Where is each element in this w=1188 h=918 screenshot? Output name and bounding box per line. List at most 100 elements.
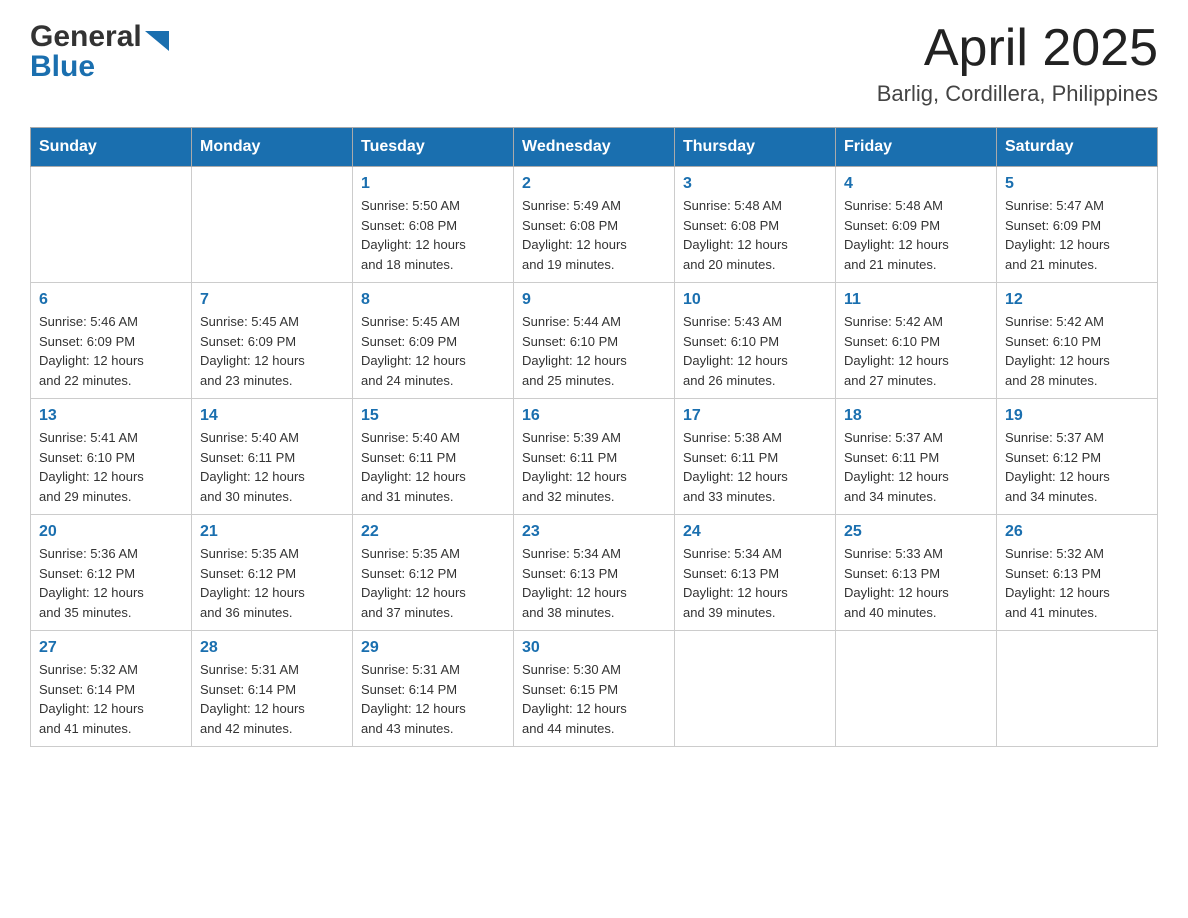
day-number: 4 (844, 175, 988, 193)
day-info: Sunrise: 5:42 AMSunset: 6:10 PMDaylight:… (1005, 312, 1149, 390)
day-number: 5 (1005, 175, 1149, 193)
calendar-header-row: SundayMondayTuesdayWednesdayThursdayFrid… (31, 128, 1158, 167)
day-info: Sunrise: 5:37 AMSunset: 6:12 PMDaylight:… (1005, 428, 1149, 506)
day-info: Sunrise: 5:39 AMSunset: 6:11 PMDaylight:… (522, 428, 666, 506)
day-info: Sunrise: 5:40 AMSunset: 6:11 PMDaylight:… (361, 428, 505, 506)
calendar-cell: 15 Sunrise: 5:40 AMSunset: 6:11 PMDayligh… (353, 399, 514, 515)
day-info: Sunrise: 5:32 AMSunset: 6:14 PMDaylight:… (39, 660, 183, 738)
day-info: Sunrise: 5:34 AMSunset: 6:13 PMDaylight:… (522, 544, 666, 622)
day-number: 24 (683, 523, 827, 541)
logo: General Blue (30, 20, 175, 84)
day-info: Sunrise: 5:44 AMSunset: 6:10 PMDaylight:… (522, 312, 666, 390)
calendar-day-header: Monday (192, 128, 353, 167)
calendar-cell: 30 Sunrise: 5:30 AMSunset: 6:15 PMDayligh… (514, 631, 675, 747)
day-info: Sunrise: 5:38 AMSunset: 6:11 PMDaylight:… (683, 428, 827, 506)
day-info: Sunrise: 5:49 AMSunset: 6:08 PMDaylight:… (522, 196, 666, 274)
day-number: 11 (844, 291, 988, 309)
calendar-cell: 10 Sunrise: 5:43 AMSunset: 6:10 PMDayligh… (675, 283, 836, 399)
day-info: Sunrise: 5:40 AMSunset: 6:11 PMDaylight:… (200, 428, 344, 506)
day-info: Sunrise: 5:36 AMSunset: 6:12 PMDaylight:… (39, 544, 183, 622)
page-header: General Blue April 2025 Barlig, Cordille… (30, 20, 1158, 107)
calendar-cell: 29 Sunrise: 5:31 AMSunset: 6:14 PMDayligh… (353, 631, 514, 747)
day-number: 15 (361, 407, 505, 425)
calendar-day-header: Wednesday (514, 128, 675, 167)
day-number: 19 (1005, 407, 1149, 425)
calendar-cell: 19 Sunrise: 5:37 AMSunset: 6:12 PMDayligh… (997, 399, 1158, 515)
calendar-cell: 2 Sunrise: 5:49 AMSunset: 6:08 PMDaylight… (514, 167, 675, 283)
location-title: Barlig, Cordillera, Philippines (877, 81, 1158, 107)
calendar-cell: 20 Sunrise: 5:36 AMSunset: 6:12 PMDayligh… (31, 515, 192, 631)
day-number: 27 (39, 639, 183, 657)
day-number: 22 (361, 523, 505, 541)
day-number: 1 (361, 175, 505, 193)
calendar-cell: 26 Sunrise: 5:32 AMSunset: 6:13 PMDayligh… (997, 515, 1158, 631)
day-number: 16 (522, 407, 666, 425)
calendar-cell: 1 Sunrise: 5:50 AMSunset: 6:08 PMDaylight… (353, 167, 514, 283)
calendar-cell: 8 Sunrise: 5:45 AMSunset: 6:09 PMDaylight… (353, 283, 514, 399)
calendar-cell: 11Sunrise: 5:42 AMSunset: 6:10 PMDayligh… (836, 283, 997, 399)
day-info: Sunrise: 5:47 AMSunset: 6:09 PMDaylight:… (1005, 196, 1149, 274)
calendar-table: SundayMondayTuesdayWednesdayThursdayFrid… (30, 127, 1158, 747)
calendar-cell: 12 Sunrise: 5:42 AMSunset: 6:10 PMDayligh… (997, 283, 1158, 399)
day-info: Sunrise: 5:45 AMSunset: 6:09 PMDaylight:… (361, 312, 505, 390)
calendar-cell: 27 Sunrise: 5:32 AMSunset: 6:14 PMDayligh… (31, 631, 192, 747)
day-number: 23 (522, 523, 666, 541)
day-number: 12 (1005, 291, 1149, 309)
day-number: 2 (522, 175, 666, 193)
day-number: 9 (522, 291, 666, 309)
day-number: 30 (522, 639, 666, 657)
logo-general-text: General (30, 20, 142, 54)
calendar-week-row: 1 Sunrise: 5:50 AMSunset: 6:08 PMDaylight… (31, 167, 1158, 283)
day-info: Sunrise: 5:48 AMSunset: 6:08 PMDaylight:… (683, 196, 827, 274)
day-info: Sunrise: 5:34 AMSunset: 6:13 PMDaylight:… (683, 544, 827, 622)
calendar-week-row: 13Sunrise: 5:41 AMSunset: 6:10 PMDayligh… (31, 399, 1158, 515)
day-number: 17 (683, 407, 827, 425)
day-info: Sunrise: 5:30 AMSunset: 6:15 PMDaylight:… (522, 660, 666, 738)
day-info: Sunrise: 5:45 AMSunset: 6:09 PMDaylight:… (200, 312, 344, 390)
calendar-cell: 9 Sunrise: 5:44 AMSunset: 6:10 PMDaylight… (514, 283, 675, 399)
day-info: Sunrise: 5:43 AMSunset: 6:10 PMDaylight:… (683, 312, 827, 390)
calendar-cell (192, 167, 353, 283)
day-info: Sunrise: 5:50 AMSunset: 6:08 PMDaylight:… (361, 196, 505, 274)
day-info: Sunrise: 5:31 AMSunset: 6:14 PMDaylight:… (361, 660, 505, 738)
logo-triangle-icon (145, 23, 175, 53)
day-number: 13 (39, 407, 183, 425)
logo-blue-text: Blue (30, 50, 95, 83)
calendar-cell (675, 631, 836, 747)
day-number: 25 (844, 523, 988, 541)
calendar-day-header: Thursday (675, 128, 836, 167)
day-info: Sunrise: 5:37 AMSunset: 6:11 PMDaylight:… (844, 428, 988, 506)
calendar-cell: 25Sunrise: 5:33 AMSunset: 6:13 PMDayligh… (836, 515, 997, 631)
day-number: 6 (39, 291, 183, 309)
day-number: 29 (361, 639, 505, 657)
calendar-cell: 5 Sunrise: 5:47 AMSunset: 6:09 PMDaylight… (997, 167, 1158, 283)
calendar-day-header: Saturday (997, 128, 1158, 167)
calendar-cell: 13Sunrise: 5:41 AMSunset: 6:10 PMDayligh… (31, 399, 192, 515)
day-number: 21 (200, 523, 344, 541)
calendar-cell: 4 Sunrise: 5:48 AMSunset: 6:09 PMDaylight… (836, 167, 997, 283)
calendar-day-header: Sunday (31, 128, 192, 167)
calendar-week-row: 6 Sunrise: 5:46 AMSunset: 6:09 PMDaylight… (31, 283, 1158, 399)
day-number: 7 (200, 291, 344, 309)
day-number: 28 (200, 639, 344, 657)
calendar-day-header: Tuesday (353, 128, 514, 167)
day-info: Sunrise: 5:48 AMSunset: 6:09 PMDaylight:… (844, 196, 988, 274)
calendar-cell: 28Sunrise: 5:31 AMSunset: 6:14 PMDayligh… (192, 631, 353, 747)
day-number: 20 (39, 523, 183, 541)
month-title: April 2025 (877, 20, 1158, 77)
day-info: Sunrise: 5:35 AMSunset: 6:12 PMDaylight:… (361, 544, 505, 622)
calendar-cell (836, 631, 997, 747)
calendar-cell: 18Sunrise: 5:37 AMSunset: 6:11 PMDayligh… (836, 399, 997, 515)
day-info: Sunrise: 5:46 AMSunset: 6:09 PMDaylight:… (39, 312, 183, 390)
day-number: 8 (361, 291, 505, 309)
calendar-day-header: Friday (836, 128, 997, 167)
day-info: Sunrise: 5:32 AMSunset: 6:13 PMDaylight:… (1005, 544, 1149, 622)
day-number: 3 (683, 175, 827, 193)
day-number: 10 (683, 291, 827, 309)
day-number: 26 (1005, 523, 1149, 541)
calendar-week-row: 27 Sunrise: 5:32 AMSunset: 6:14 PMDayligh… (31, 631, 1158, 747)
calendar-cell (31, 167, 192, 283)
calendar-cell: 3 Sunrise: 5:48 AMSunset: 6:08 PMDaylight… (675, 167, 836, 283)
day-number: 14 (200, 407, 344, 425)
calendar-cell: 17 Sunrise: 5:38 AMSunset: 6:11 PMDayligh… (675, 399, 836, 515)
